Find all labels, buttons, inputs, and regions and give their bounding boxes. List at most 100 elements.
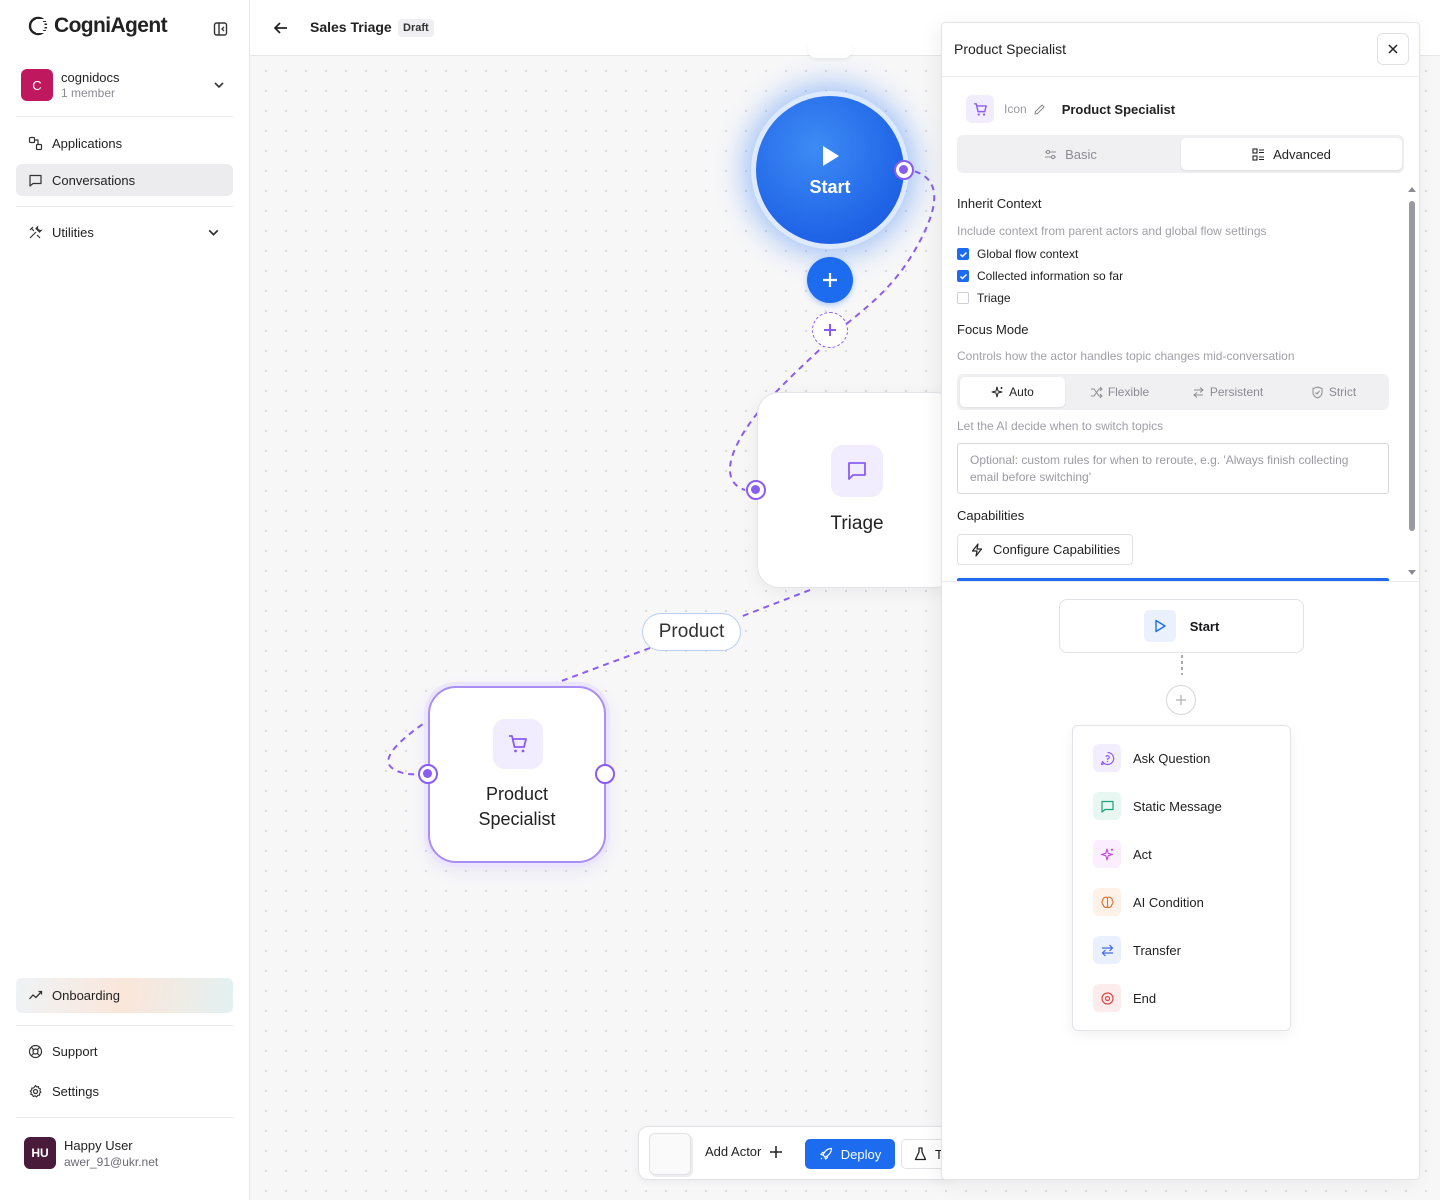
tab-basic[interactable]: Basic: [960, 138, 1181, 170]
user-email: awer_91@ukr.net: [64, 1154, 159, 1169]
scrollbar-thumb[interactable]: [1409, 201, 1415, 531]
nav-item-settings[interactable]: Settings: [16, 1075, 233, 1107]
menu-item-label: Static Message: [1133, 798, 1222, 814]
node-icon: [493, 719, 543, 769]
start-output-handle[interactable]: [894, 160, 914, 180]
avatar: HU: [24, 1137, 56, 1169]
checkbox-collected-information[interactable]: Collected information so far: [957, 269, 1123, 283]
scroll-up-icon[interactable]: [1407, 185, 1417, 193]
shopping-cart-icon: [509, 735, 527, 753]
shield-check-icon: [1312, 385, 1323, 399]
checkbox[interactable]: [957, 270, 969, 282]
collapse-sidebar-icon[interactable]: [212, 20, 230, 38]
message-square-icon: [848, 462, 866, 480]
add-actor-button[interactable]: Add Actor: [705, 1144, 783, 1159]
product-input-handle[interactable]: [418, 764, 438, 784]
add-node-button[interactable]: [807, 257, 853, 303]
menu-item-label: End: [1133, 990, 1157, 1006]
configure-capabilities-button[interactable]: Configure Capabilities: [957, 534, 1134, 565]
actor-name[interactable]: Product Specialist: [1062, 102, 1175, 117]
user-menu[interactable]: HU Happy User awer_91@ukr.net: [16, 1128, 234, 1178]
nav-item-utilities[interactable]: Utilities: [16, 216, 233, 248]
focus-mode-label: Auto: [1009, 385, 1034, 399]
triage-input-handle[interactable]: [746, 480, 766, 500]
checkbox-label: Triage: [977, 291, 1011, 305]
minimap-thumbnail[interactable]: [649, 1133, 691, 1175]
menu-item-ask-question[interactable]: Ask Question: [1093, 744, 1210, 772]
logo-icon: [28, 16, 48, 36]
focus-mode-flexible[interactable]: Flexible: [1067, 377, 1172, 407]
deploy-button[interactable]: Deploy: [805, 1139, 895, 1169]
sliders-icon: [1045, 149, 1057, 159]
add-edge-node-button[interactable]: [812, 312, 848, 348]
checkbox-global-flow-context[interactable]: Global flow context: [957, 247, 1078, 261]
actor-icon-picker[interactable]: [966, 95, 994, 123]
deploy-label: Deploy: [840, 1146, 882, 1162]
tab-advanced[interactable]: Advanced: [1181, 138, 1402, 170]
rocket-icon: [820, 1147, 832, 1160]
menu-item-end[interactable]: End: [1093, 984, 1156, 1012]
check-icon: [959, 251, 967, 258]
close-button[interactable]: [1377, 33, 1409, 65]
focus-mode-strict[interactable]: Strict: [1281, 377, 1386, 407]
nav-item-support[interactable]: Support: [16, 1035, 233, 1067]
focus-mode-persistent[interactable]: Persistent: [1175, 377, 1280, 407]
panel-title: Product Specialist: [954, 41, 1067, 57]
focus-mode-label: Flexible: [1107, 385, 1150, 399]
button-label: Configure Capabilities: [993, 542, 1121, 557]
scrollbar[interactable]: [1407, 185, 1417, 577]
nav-item-applications[interactable]: Applications: [16, 127, 233, 159]
sparkles-icon: [1093, 840, 1121, 868]
focus-mode-label: Persistent: [1209, 385, 1264, 399]
add-step-button[interactable]: [1166, 685, 1196, 715]
plus-icon: [823, 273, 837, 287]
workspace-switcher[interactable]: C cognidocs 1 member: [16, 62, 234, 108]
nav-label: Applications: [52, 135, 123, 151]
sidebar: CogniAgent C cognidocs 1 member Applicat…: [0, 0, 250, 1200]
shuffle-icon: [1090, 386, 1103, 398]
nav-label: Support: [52, 1043, 98, 1059]
focus-mode-label: Strict: [1328, 385, 1357, 399]
play-icon: [1143, 610, 1176, 642]
product-specialist-node[interactable]: Product Specialist: [428, 686, 606, 863]
panel-header: Product Specialist: [942, 23, 1419, 77]
triage-node-label: Triage: [830, 513, 884, 534]
inherit-context-title: Inherit Context: [957, 196, 1042, 211]
status-badge: Draft: [398, 19, 434, 37]
edge-label[interactable]: Product: [642, 613, 741, 651]
menu-item-act[interactable]: Act: [1093, 840, 1152, 868]
close-icon: [1388, 44, 1398, 54]
onboarding-button[interactable]: Onboarding: [16, 978, 233, 1013]
node-stub: [808, 44, 852, 58]
nav-label: Settings: [52, 1083, 99, 1099]
chevron-down-icon: [208, 229, 219, 236]
divider: [16, 1117, 234, 1118]
nav-item-conversations[interactable]: Conversations: [16, 164, 233, 196]
scroll-down-icon[interactable]: [1407, 569, 1417, 577]
add-actor-label: Add Actor: [705, 1144, 762, 1159]
menu-item-static-message[interactable]: Static Message: [1093, 792, 1222, 820]
focus-mode-auto[interactable]: Auto: [960, 377, 1065, 407]
app-logo[interactable]: CogniAgent: [28, 14, 168, 38]
pencil-icon[interactable]: [1033, 103, 1046, 116]
workspace-name: cognidocs: [61, 70, 120, 85]
divider: [16, 206, 234, 207]
menu-item-transfer[interactable]: Transfer: [1093, 936, 1181, 964]
product-output-handle[interactable]: [595, 764, 615, 784]
arrow-left-icon[interactable]: [272, 19, 290, 37]
menu-item-ai-condition[interactable]: AI Condition: [1093, 888, 1204, 916]
checkbox[interactable]: [957, 248, 969, 260]
capabilities-title: Capabilities: [957, 508, 1025, 523]
checkbox-triage[interactable]: Triage: [957, 291, 1011, 305]
triage-node[interactable]: Triage: [757, 392, 957, 588]
play-icon: [823, 145, 839, 166]
start-node[interactable]: Start: [756, 96, 904, 244]
checkbox[interactable]: [957, 292, 969, 304]
user-name: Happy User: [64, 1137, 133, 1153]
trending-icon: [29, 990, 43, 1000]
divider: [16, 116, 234, 117]
flow-start-step[interactable]: Start: [1059, 599, 1304, 653]
reroute-rules-input[interactable]: Optional: custom rules for when to rerou…: [957, 443, 1389, 494]
menu-item-label: AI Condition: [1133, 894, 1204, 910]
start-node-label: Start: [809, 176, 851, 197]
